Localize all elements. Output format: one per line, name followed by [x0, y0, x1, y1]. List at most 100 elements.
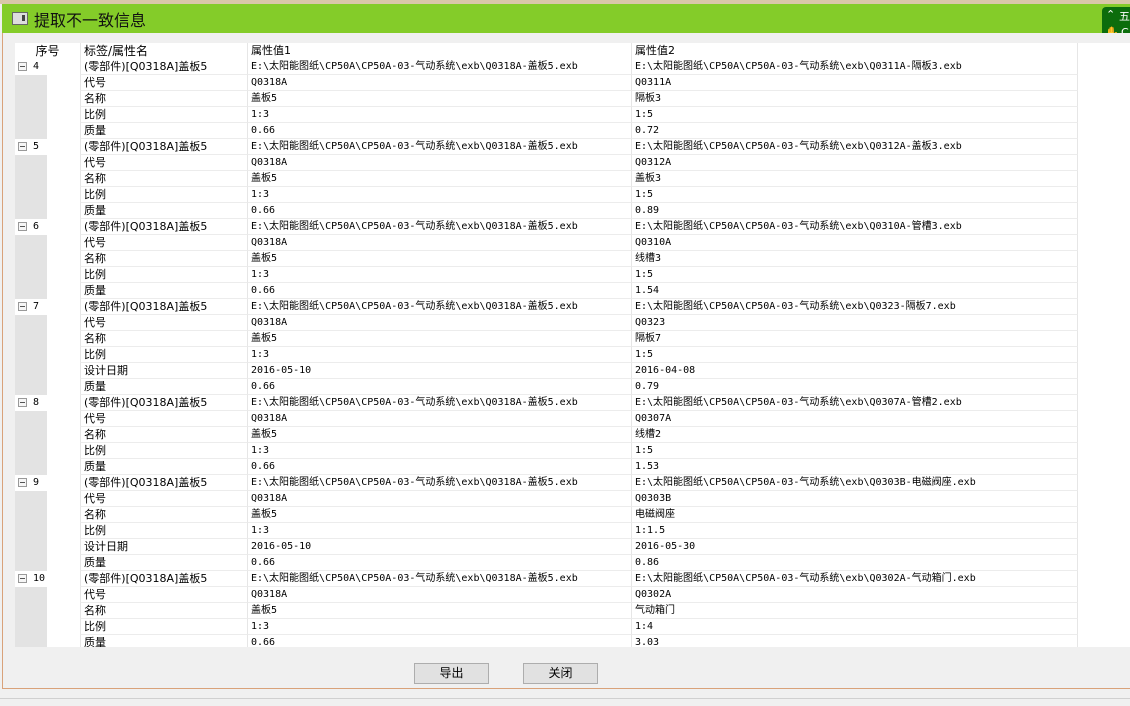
- property-row[interactable]: 质量 0.66 3.03: [15, 635, 1130, 647]
- property-name: 质量: [80, 459, 247, 475]
- indent-cell: [15, 283, 80, 299]
- property-row[interactable]: 代号 Q0318A Q0312A: [15, 155, 1130, 171]
- property-row[interactable]: 比例 1:3 1:5: [15, 187, 1130, 203]
- property-row[interactable]: 设计日期 2016-05-10 2016-05-30: [15, 539, 1130, 555]
- property-name: 名称: [80, 603, 247, 619]
- indent-cell: [15, 587, 80, 603]
- property-row[interactable]: 质量 0.66 0.86: [15, 555, 1130, 571]
- group-label: (零部件)[Q0318A]盖板5: [80, 59, 247, 75]
- group-row[interactable]: 9 (零部件)[Q0318A]盖板5 E:\太阳能图纸\CP50A\CP50A-03…: [15, 475, 1130, 491]
- indent-cell: [15, 507, 80, 523]
- close-button[interactable]: 关闭: [523, 663, 598, 684]
- property-row[interactable]: 比例 1:3 1:5: [15, 347, 1130, 363]
- collapse-toggle-icon[interactable]: [18, 62, 27, 71]
- property-row[interactable]: 比例 1:3 1:4: [15, 619, 1130, 635]
- property-val2: 0.72: [631, 123, 1078, 139]
- property-name: 代号: [80, 235, 247, 251]
- group-val1: E:\太阳能图纸\CP50A\CP50A-03-气动系统\exb\Q0318A-…: [247, 139, 631, 155]
- group-val1: E:\太阳能图纸\CP50A\CP50A-03-气动系统\exb\Q0318A-…: [247, 59, 631, 75]
- property-row[interactable]: 代号 Q0318A Q0302A: [15, 587, 1130, 603]
- indent-cell: [15, 155, 80, 171]
- property-val1: 1:3: [247, 523, 631, 539]
- indent-cell: [15, 491, 80, 507]
- indent-cell: [15, 187, 80, 203]
- group-number: 8: [33, 397, 40, 408]
- property-name: 代号: [80, 75, 247, 91]
- property-row[interactable]: 代号 Q0318A Q0307A: [15, 411, 1130, 427]
- widget-top-label: 五: [1119, 10, 1130, 23]
- property-row[interactable]: 质量 0.66 0.89: [15, 203, 1130, 219]
- property-row[interactable]: 名称 盖板5 线槽2: [15, 427, 1130, 443]
- collapse-toggle-icon[interactable]: [18, 222, 27, 231]
- property-row[interactable]: 名称 盖板5 盖板3: [15, 171, 1130, 187]
- property-val2: 气动箱门: [631, 603, 1078, 619]
- property-val1: 盖板5: [247, 91, 631, 107]
- group-row[interactable]: 7 (零部件)[Q0318A]盖板5 E:\太阳能图纸\CP50A\CP50A-03…: [15, 299, 1130, 315]
- group-label: (零部件)[Q0318A]盖板5: [80, 139, 247, 155]
- header-label[interactable]: 标签/属性名: [80, 43, 247, 59]
- group-row[interactable]: 10 (零部件)[Q0318A]盖板5 E:\太阳能图纸\CP50A\CP50A-0…: [15, 571, 1130, 587]
- indent-cell: [15, 539, 80, 555]
- indent-cell: [15, 203, 80, 219]
- indent-cell: [15, 379, 80, 395]
- property-val2: 1:4: [631, 619, 1078, 635]
- property-row[interactable]: 设计日期 2016-05-10 2016-04-08: [15, 363, 1130, 379]
- group-val1: E:\太阳能图纸\CP50A\CP50A-03-气动系统\exb\Q0318A-…: [247, 219, 631, 235]
- property-val2: Q0302A: [631, 587, 1078, 603]
- inconsistency-tree-grid[interactable]: 序号 标签/属性名 属性值1 属性值2 4 (零部件)[Q0318A]盖板5 E:\…: [15, 43, 1130, 647]
- collapse-toggle-icon[interactable]: [18, 142, 27, 151]
- header-seq[interactable]: 序号: [15, 43, 80, 59]
- property-row[interactable]: 代号 Q0318A Q0311A: [15, 75, 1130, 91]
- group-val2: E:\太阳能图纸\CP50A\CP50A-03-气动系统\exb\Q0303B-…: [631, 475, 1078, 491]
- property-val2: 1:5: [631, 107, 1078, 123]
- header-val1[interactable]: 属性值1: [247, 43, 631, 59]
- property-row[interactable]: 代号 Q0318A Q0323: [15, 315, 1130, 331]
- property-row[interactable]: 代号 Q0318A Q0310A: [15, 235, 1130, 251]
- group-row[interactable]: 6 (零部件)[Q0318A]盖板5 E:\太阳能图纸\CP50A\CP50A-03…: [15, 219, 1130, 235]
- property-row[interactable]: 质量 0.66 1.54: [15, 283, 1130, 299]
- property-row[interactable]: 质量 0.66 0.79: [15, 379, 1130, 395]
- property-row[interactable]: 质量 0.66 0.72: [15, 123, 1130, 139]
- group-val2: E:\太阳能图纸\CP50A\CP50A-03-气动系统\exb\Q0310A-…: [631, 219, 1078, 235]
- property-name: 代号: [80, 155, 247, 171]
- property-val1: 2016-05-10: [247, 539, 631, 555]
- collapse-toggle-icon[interactable]: [18, 478, 27, 487]
- property-val1: 1:3: [247, 187, 631, 203]
- property-row[interactable]: 代号 Q0318A Q0303B: [15, 491, 1130, 507]
- header-val2[interactable]: 属性值2: [631, 43, 1078, 59]
- group-row[interactable]: 8 (零部件)[Q0318A]盖板5 E:\太阳能图纸\CP50A\CP50A-03…: [15, 395, 1130, 411]
- property-row[interactable]: 名称 盖板5 线槽3: [15, 251, 1130, 267]
- window-icon: [12, 12, 28, 25]
- property-row[interactable]: 名称 盖板5 隔板7: [15, 331, 1130, 347]
- property-val1: 2016-05-10: [247, 363, 631, 379]
- property-row[interactable]: 名称 盖板5 气动箱门: [15, 603, 1130, 619]
- property-val2: 线槽2: [631, 427, 1078, 443]
- dialog: 序号 标签/属性名 属性值1 属性值2 4 (零部件)[Q0318A]盖板5 E:\…: [2, 33, 1130, 689]
- export-button[interactable]: 导出: [414, 663, 489, 684]
- property-name: 名称: [80, 91, 247, 107]
- property-row[interactable]: 比例 1:3 1:5: [15, 107, 1130, 123]
- group-row[interactable]: 5 (零部件)[Q0318A]盖板5 E:\太阳能图纸\CP50A\CP50A-03…: [15, 139, 1130, 155]
- property-row[interactable]: 比例 1:3 1:1.5: [15, 523, 1130, 539]
- collapse-toggle-icon[interactable]: [18, 302, 27, 311]
- property-row[interactable]: 比例 1:3 1:5: [15, 267, 1130, 283]
- property-row[interactable]: 名称 盖板5 隔板3: [15, 91, 1130, 107]
- seq-cell: 9: [15, 475, 80, 491]
- property-name: 代号: [80, 411, 247, 427]
- collapse-icon[interactable]: ⌃: [1106, 8, 1115, 21]
- property-val1: Q0318A: [247, 75, 631, 91]
- property-row[interactable]: 质量 0.66 1.53: [15, 459, 1130, 475]
- seq-cell: 6: [15, 219, 80, 235]
- group-row[interactable]: 4 (零部件)[Q0318A]盖板5 E:\太阳能图纸\CP50A\CP50A-03…: [15, 59, 1130, 75]
- property-name: 比例: [80, 443, 247, 459]
- property-val2: 3.03: [631, 635, 1078, 647]
- collapse-toggle-icon[interactable]: [18, 574, 27, 583]
- property-val1: Q0318A: [247, 411, 631, 427]
- property-row[interactable]: 名称 盖板5 电磁阀座: [15, 507, 1130, 523]
- collapse-toggle-icon[interactable]: [18, 398, 27, 407]
- indent-cell: [15, 459, 80, 475]
- property-val1: 盖板5: [247, 171, 631, 187]
- group-val1: E:\太阳能图纸\CP50A\CP50A-03-气动系统\exb\Q0318A-…: [247, 395, 631, 411]
- property-val2: 线槽3: [631, 251, 1078, 267]
- property-row[interactable]: 比例 1:3 1:5: [15, 443, 1130, 459]
